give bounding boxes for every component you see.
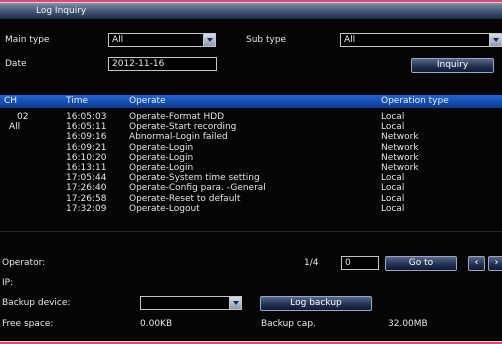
- column-header-time: Time: [66, 96, 89, 106]
- operate-cell: Operate-System time setting: [129, 173, 260, 184]
- top-accent-bar: [0, 0, 502, 2]
- column-header-operate: Operate: [129, 96, 166, 106]
- operation-type-cell: Local: [381, 193, 405, 204]
- chevron-left-icon: ‹: [474, 257, 479, 268]
- table-row[interactable]: 17:32:09 Operate-Logout Local: [0, 204, 502, 214]
- page-number-input[interactable]: 0: [341, 256, 379, 270]
- window-title: Log Inquiry: [36, 6, 87, 16]
- column-header-operation-type: Operation type: [381, 96, 449, 106]
- prev-page-button[interactable]: ‹: [468, 256, 485, 271]
- backup-device-dropdown-button[interactable]: [229, 296, 242, 310]
- operate-cell: Operate-Start recording: [129, 122, 237, 133]
- time-cell: 16:09:21: [66, 142, 107, 153]
- operate-cell: Operate-Login: [129, 152, 194, 163]
- column-header-ch: CH: [4, 96, 18, 106]
- time-cell: 16:13:11: [66, 163, 107, 173]
- sub-type-label: Sub type: [246, 35, 287, 45]
- table-row[interactable]: 17:05:44 Operate-System time setting Local: [0, 173, 502, 183]
- inquiry-button[interactable]: Inquiry: [411, 58, 494, 73]
- time-cell: 16:05:11: [66, 122, 107, 133]
- operate-cell: Abnormal-Login failed: [129, 132, 228, 143]
- table-row[interactable]: 17:26:58 Operate-Reset to default Local: [0, 194, 502, 204]
- ip-label: IP:: [2, 278, 14, 288]
- backup-cap-label: Backup cap.: [261, 319, 316, 329]
- time-cell: 17:26:58: [66, 193, 107, 204]
- time-cell: 17:26:40: [66, 183, 107, 194]
- operator-label: Operator:: [2, 258, 46, 268]
- table-row[interactable]: 17:26:40 Operate-Config para. -General Loc…: [0, 183, 502, 193]
- operate-cell: Operate-Login: [129, 142, 194, 153]
- operation-type-cell: Local: [381, 173, 405, 184]
- log-backup-button[interactable]: Log backup: [260, 296, 372, 311]
- operation-type-cell: Network: [381, 132, 419, 143]
- free-space-value: 0.00KB: [140, 319, 173, 329]
- table-row[interactable]: 16:09:16 Abnormal-Login failed Network: [0, 132, 502, 142]
- sub-type-select[interactable]: All: [340, 33, 490, 47]
- backup-device-label: Backup device:: [2, 298, 71, 308]
- backup-device-select[interactable]: [140, 296, 230, 310]
- log-table-header: CH Time Operate Operation type: [0, 95, 502, 108]
- table-row[interactable]: 16:13:11 Operate-Login Network: [0, 163, 502, 173]
- chevron-right-icon: ›: [494, 257, 499, 268]
- table-row[interactable]: 16:05:03 Operate-Format HDD Local: [0, 112, 502, 122]
- log-inquiry-window: Log Inquiry Main type All Sub type All D…: [0, 3, 502, 341]
- time-cell: 17:32:09: [66, 203, 107, 214]
- table-row[interactable]: 16:09:21 Operate-Login Network: [0, 143, 502, 153]
- operation-type-cell: Network: [381, 152, 419, 163]
- time-cell: 16:09:16: [66, 132, 107, 143]
- date-label: Date: [5, 59, 27, 69]
- date-input[interactable]: 2012-11-16: [108, 57, 217, 71]
- go-to-button[interactable]: Go to: [385, 256, 457, 271]
- table-row[interactable]: 16:10:20 Operate-Login Network: [0, 153, 502, 163]
- operate-cell: Operate-Login: [129, 163, 194, 173]
- operate-cell: Operate-Logout: [129, 203, 200, 214]
- main-type-dropdown-button[interactable]: [203, 33, 216, 47]
- free-space-label: Free space:: [2, 319, 54, 329]
- operation-type-cell: Local: [381, 203, 405, 214]
- backup-cap-value: 32.00MB: [388, 319, 428, 329]
- title-bar: Log Inquiry: [0, 5, 502, 19]
- main-type-label: Main type: [5, 35, 50, 45]
- main-type-select[interactable]: All: [108, 33, 204, 47]
- operate-cell: Operate-Reset to default: [129, 193, 241, 204]
- time-cell: 16:05:03: [66, 112, 107, 122]
- operate-cell: Operate-Format HDD: [129, 112, 225, 122]
- operation-type-cell: Local: [381, 183, 405, 194]
- operation-type-cell: Local: [381, 122, 405, 133]
- page-indicator: 1/4: [304, 258, 319, 268]
- operate-cell: Operate-Config para. -General: [129, 183, 266, 194]
- operation-type-cell: Network: [381, 142, 419, 153]
- operation-type-cell: Network: [381, 163, 419, 173]
- next-page-button[interactable]: ›: [488, 256, 502, 271]
- divider: [0, 231, 502, 232]
- operation-type-cell: Local: [381, 112, 405, 122]
- time-cell: 16:10:20: [66, 152, 107, 163]
- sub-type-dropdown-button[interactable]: [489, 33, 502, 47]
- table-row[interactable]: 16:05:11 Operate-Start recording Local: [0, 122, 502, 132]
- time-cell: 17:05:44: [66, 173, 107, 184]
